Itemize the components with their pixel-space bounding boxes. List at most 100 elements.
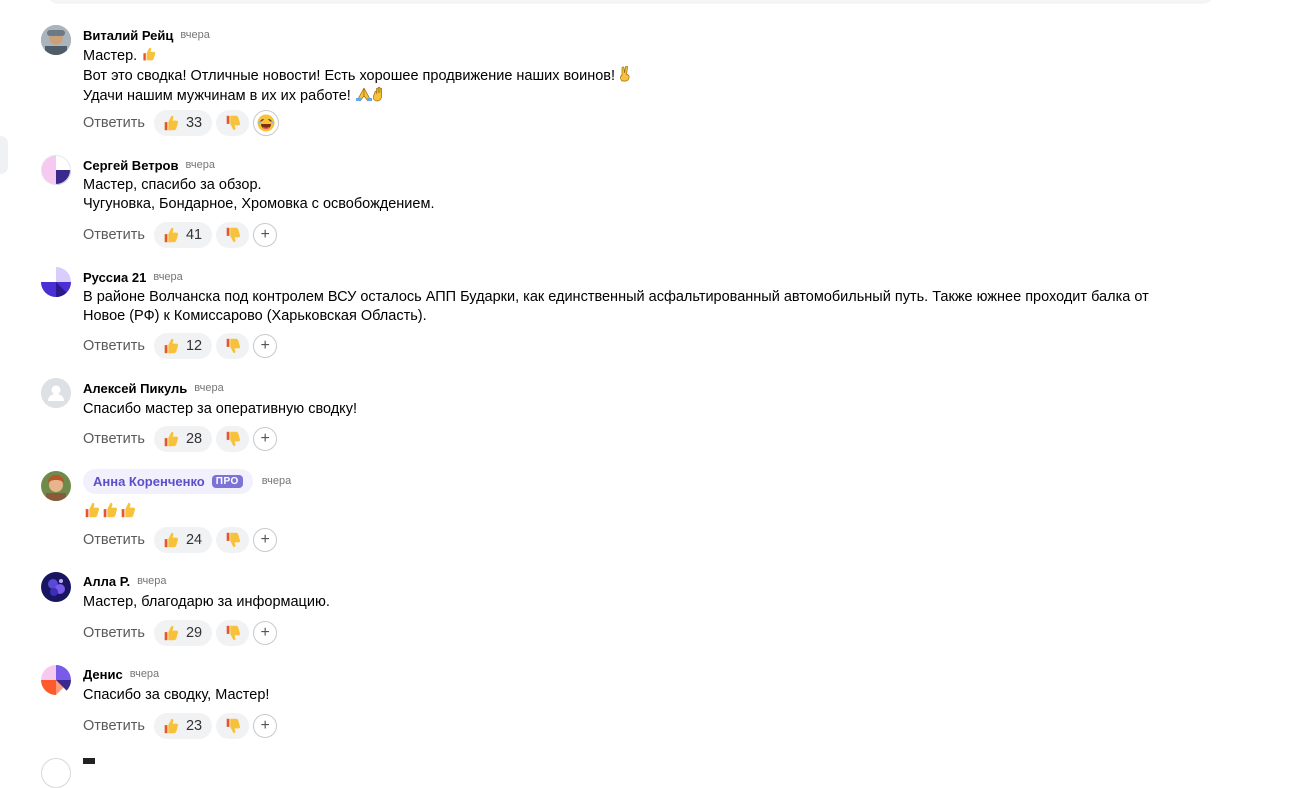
thumbs-up-icon [162, 717, 180, 735]
thumbs-down-icon [224, 337, 242, 355]
comment-line: Мастер, спасибо за обзор. [83, 177, 262, 193]
like-button[interactable]: 29 [153, 620, 213, 646]
comment-time: вчера [185, 159, 215, 171]
avatar[interactable] [41, 758, 71, 788]
plus-icon: + [260, 226, 270, 243]
author-line: Виталий Рейц вчера [83, 26, 210, 44]
plus-icon: + [260, 430, 270, 447]
like-count: 12 [185, 338, 203, 354]
raised-hand-emoji-icon [372, 86, 382, 102]
comment-line: Спасибо за сводку, Мастер! [83, 687, 270, 703]
like-count: 28 [185, 431, 203, 447]
comment-text: Мастер. Вот это сводка! Отличные новости… [83, 46, 1203, 106]
laughing-face-icon [257, 114, 275, 132]
reply-button[interactable]: Ответить [83, 227, 145, 243]
comment-line: Мастер. [83, 48, 138, 64]
comment-actions: Ответить 28 + [83, 426, 278, 452]
author-name[interactable]: Алексей Пикуль [83, 381, 187, 396]
comment-line: Мастер, благодарю за информацию. [83, 594, 330, 610]
comment-line: Вот это сводка! Отличные новости! Есть х… [83, 68, 616, 84]
avatar[interactable] [41, 665, 71, 695]
reply-button[interactable]: Ответить [83, 115, 145, 131]
comment-actions: Ответить 23 + [83, 713, 278, 739]
comment-text [83, 501, 1203, 523]
dislike-button[interactable] [216, 110, 250, 136]
like-button[interactable]: 33 [153, 110, 213, 136]
comment-text: В районе Волчанска под контролем ВСУ ост… [83, 288, 1203, 326]
dislike-button[interactable] [216, 713, 250, 739]
top-panel-edge [48, 0, 1213, 2]
reply-button[interactable]: Ответить [83, 718, 145, 734]
thumbs-up-emoji-icon [141, 46, 157, 62]
avatar[interactable] [41, 378, 71, 408]
avatar[interactable] [41, 25, 71, 55]
reply-button[interactable]: Ответить [83, 431, 145, 447]
reply-button[interactable]: Ответить [83, 625, 145, 641]
thumbs-up-icon [162, 624, 180, 642]
plus-icon: + [260, 531, 270, 548]
thumbs-down-icon [224, 624, 242, 642]
like-button[interactable]: 41 [153, 222, 213, 248]
author-name[interactable]: Алла Р. [83, 574, 130, 589]
add-reaction-button[interactable]: + [253, 714, 278, 738]
comment-line: Чугуновка, Бондарное, Хромовка с освобож… [83, 196, 435, 212]
comment-time: вчера [153, 271, 183, 283]
add-reaction-button[interactable]: + [253, 334, 278, 358]
author-line: Руссиа 21 вчера [83, 268, 183, 286]
avatar[interactable] [41, 572, 71, 602]
thumbs-down-icon [224, 226, 242, 244]
author-name-partial [83, 758, 95, 764]
avatar[interactable] [41, 267, 71, 297]
dislike-button[interactable] [216, 527, 250, 553]
dislike-button[interactable] [216, 222, 250, 248]
dislike-button[interactable] [216, 620, 250, 646]
thumbs-up-icon [162, 114, 180, 132]
like-button[interactable]: 12 [153, 333, 213, 359]
laughing-reaction-button[interactable] [253, 110, 280, 136]
thumbs-up-icon [162, 531, 180, 549]
like-count: 24 [185, 532, 203, 548]
comment-text: Спасибо за сводку, Мастер! [83, 686, 1203, 705]
plus-icon: + [260, 717, 270, 734]
comment-time: вчера [180, 29, 210, 41]
add-reaction-button[interactable]: + [253, 223, 278, 247]
add-reaction-button[interactable]: + [253, 621, 278, 645]
add-reaction-button[interactable]: + [253, 427, 278, 451]
thumbs-up-icon [162, 430, 180, 448]
avatar[interactable] [41, 471, 71, 501]
comment-actions: Ответить 41 + [83, 222, 278, 248]
pro-badge: ПРО [211, 474, 243, 488]
comment-line: В районе Волчанска под контролем ВСУ ост… [83, 289, 1149, 305]
author-name[interactable]: Руссиа 21 [83, 270, 146, 285]
comment-actions: Ответить 12 + [83, 333, 278, 359]
author-name[interactable]: Денис [83, 667, 123, 682]
avatar[interactable] [41, 155, 71, 185]
plus-icon: + [260, 624, 270, 641]
dislike-button[interactable] [216, 333, 250, 359]
thumbs-up-emoji-icon [119, 501, 137, 519]
thumbs-down-icon [224, 717, 242, 735]
praying-hands-emoji-icon [355, 87, 372, 102]
comment-text: Мастер, спасибо за обзор. Чугуновка, Бон… [83, 176, 1203, 214]
comment-line: Спасибо мастер за оперативную сводку! [83, 401, 357, 417]
author-name[interactable]: Виталий Рейц [83, 28, 173, 43]
author-line: Сергей Ветров вчера [83, 156, 215, 174]
author-line: Алексей Пикуль вчера [83, 379, 224, 397]
like-button[interactable]: 23 [153, 713, 213, 739]
author-name[interactable]: Сергей Ветров [83, 158, 179, 173]
like-count: 23 [185, 718, 203, 734]
comment-text: Мастер, благодарю за информацию. [83, 593, 1203, 612]
comment-time: вчера [137, 575, 167, 587]
side-panel-handle[interactable] [0, 136, 8, 174]
like-count: 33 [185, 115, 203, 131]
reply-button[interactable]: Ответить [83, 532, 145, 548]
like-button[interactable]: 28 [153, 426, 213, 452]
author-line: Денис вчера [83, 665, 159, 683]
author-pro-pill[interactable]: Анна Коренченко ПРО [83, 468, 253, 494]
reply-button[interactable]: Ответить [83, 338, 145, 354]
comment-time: вчера [261, 475, 292, 487]
like-count: 29 [185, 625, 203, 641]
add-reaction-button[interactable]: + [253, 528, 278, 552]
dislike-button[interactable] [216, 426, 250, 452]
like-button[interactable]: 24 [153, 527, 213, 553]
